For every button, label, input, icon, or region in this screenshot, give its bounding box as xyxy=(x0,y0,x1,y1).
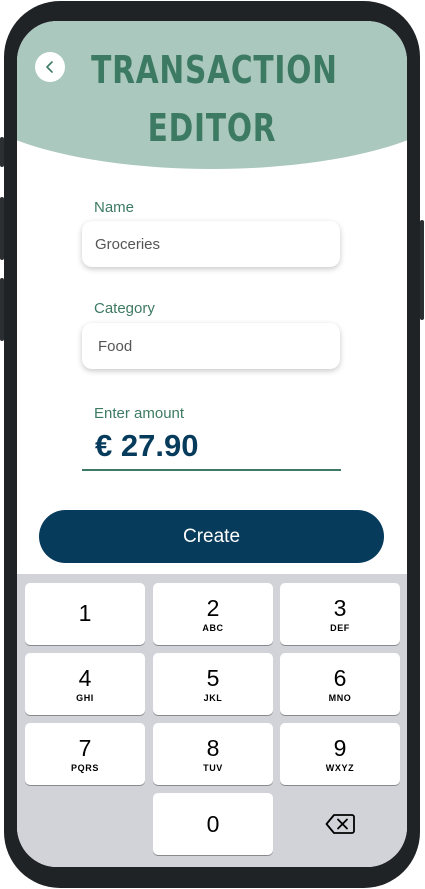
amount-label: Enter amount xyxy=(94,405,185,422)
category-field[interactable]: Food xyxy=(82,323,340,369)
key-4[interactable]: 4 GHI xyxy=(25,653,145,715)
backspace-icon xyxy=(325,814,355,834)
phone-power-button xyxy=(420,220,424,320)
name-field-value: Groceries xyxy=(95,235,161,253)
key-digit: 0 xyxy=(206,811,220,837)
page-title: TRANSACTION EDITOR xyxy=(91,41,338,157)
app-screen: TRANSACTION EDITOR Name Groceries Catego… xyxy=(17,21,407,867)
key-letters: PQRS xyxy=(71,762,99,773)
phone-volume-down xyxy=(0,278,4,341)
category-field-value: Food xyxy=(98,337,133,355)
page-title-line2: EDITOR xyxy=(147,106,277,150)
key-digit: 7 xyxy=(78,734,92,761)
key-digit: 9 xyxy=(333,734,347,761)
numeric-keypad: 1 2 ABC 3 DEF 4 GHI 5 JKL 6 MNO 7 PQRS 8 xyxy=(17,574,407,867)
key-digit: 3 xyxy=(333,594,347,621)
page-title-line1: TRANSACTION xyxy=(91,48,338,92)
key-digit: 5 xyxy=(206,664,220,691)
name-field[interactable]: Groceries xyxy=(82,221,340,267)
key-1[interactable]: 1 xyxy=(25,583,145,645)
key-digit: 1 xyxy=(78,599,92,626)
key-digit: 4 xyxy=(78,664,92,691)
key-6[interactable]: 6 MNO xyxy=(280,653,400,715)
create-button-label: Create xyxy=(182,525,241,547)
key-2[interactable]: 2 ABC xyxy=(153,583,273,645)
key-9[interactable]: 9 WXYZ xyxy=(280,723,400,785)
key-5[interactable]: 5 JKL xyxy=(153,653,273,715)
key-7[interactable]: 7 PQRS xyxy=(25,723,145,785)
phone-volume-up xyxy=(0,197,4,260)
key-0[interactable]: 0 xyxy=(153,793,273,855)
create-button[interactable]: Create xyxy=(39,510,384,563)
key-letters: JKL xyxy=(203,692,223,703)
key-letters: ABC xyxy=(202,622,224,633)
phone-silent-switch xyxy=(0,137,4,167)
name-label: Name xyxy=(94,199,135,216)
key-digit: 2 xyxy=(206,594,220,621)
amount-input[interactable]: € 27.90 xyxy=(95,428,198,464)
key-digit: 8 xyxy=(206,734,220,761)
chevron-left-icon xyxy=(46,61,53,73)
key-letters: TUV xyxy=(203,762,223,773)
category-label: Category xyxy=(94,300,155,317)
key-3[interactable]: 3 DEF xyxy=(280,583,400,645)
key-letters: MNO xyxy=(328,692,352,703)
back-button[interactable] xyxy=(35,52,65,82)
key-digit: 6 xyxy=(333,664,347,691)
key-letters: GHI xyxy=(76,692,94,703)
delete-key[interactable] xyxy=(280,793,400,855)
amount-underline xyxy=(82,469,341,471)
key-letters: WXYZ xyxy=(325,762,355,773)
key-8[interactable]: 8 TUV xyxy=(153,723,273,785)
key-letters: DEF xyxy=(330,622,350,633)
